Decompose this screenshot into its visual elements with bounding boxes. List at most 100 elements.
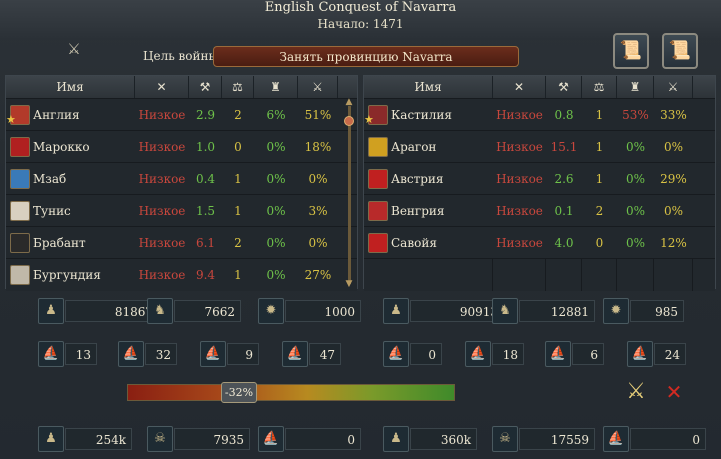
fort-value: 0% (625, 140, 646, 154)
defender-header: Имя ✕ ⚒ ⚖ ♜ ⚔ (364, 76, 715, 98)
battles-value: 4.0 (554, 236, 574, 250)
balance-value: 2 (595, 204, 604, 218)
header-score-icon[interactable]: ⚔ (298, 76, 338, 98)
battles-value: 1.5 (195, 204, 216, 218)
war-leader-star-icon: ★ (6, 113, 16, 126)
peace-offer-scroll-button[interactable]: 📜 (613, 33, 649, 69)
battles-value: 0.4 (195, 172, 216, 186)
header-battles-icon[interactable]: ⚒ (546, 76, 582, 98)
balance-value: 0 (234, 140, 242, 154)
score-value: 51% (304, 108, 332, 122)
battles-value: 9.4 (195, 268, 216, 282)
country-flag-icon[interactable] (10, 137, 30, 157)
header-fort-icon[interactable]: ♜ (254, 76, 298, 98)
participant-row[interactable]: Венгрия Низкое 0.1 2 0% 0% (364, 194, 715, 227)
balance-value: 2 (234, 236, 242, 250)
participant-row[interactable]: Тунис Низкое 1.5 1 0% 3% (6, 194, 357, 227)
battles-value: 0.1 (554, 204, 574, 218)
attacker-scrollbar[interactable]: ▲ ▼ (343, 98, 355, 289)
participant-row[interactable]: Бургундия Низкое 9.4 1 0% 27% (6, 258, 357, 291)
participation-level: Низкое (138, 204, 186, 218)
participant-row[interactable]: Мзаб Низкое 0.4 1 0% 0% (6, 162, 357, 195)
score-value: 18% (304, 140, 332, 154)
balance-value: 2 (234, 108, 242, 122)
battles-value: 0.8 (554, 108, 574, 122)
scroll-icon: 📜 (619, 40, 643, 61)
war-leader-star-icon: ★ (364, 113, 374, 126)
participation-level: Низкое (138, 236, 186, 250)
header-fort-icon[interactable]: ♜ (617, 76, 654, 98)
participant-row[interactable]: Австрия Низкое 2.6 1 0% 29% (364, 162, 715, 195)
country-flag-icon[interactable] (368, 169, 388, 189)
light-ship-icon: ⛵ (118, 341, 144, 367)
scroll-track[interactable] (348, 106, 351, 284)
defender-panel: Имя ✕ ⚒ ⚖ ♜ ⚔ Кастилия Низкое 0.8 1 53% 33% ★ А… (363, 75, 716, 291)
participation-level: Низкое (496, 108, 543, 122)
light-ship-icon: ⛵ (465, 341, 491, 367)
score-value: 0% (663, 204, 684, 218)
header-score-icon[interactable]: ⚔ (654, 76, 693, 98)
country-flag-icon[interactable] (10, 201, 30, 221)
header-participation-icon[interactable]: ✕ (135, 76, 189, 98)
header-name[interactable]: Имя (6, 76, 135, 98)
score-value: 3% (308, 204, 328, 218)
attacker-header: Имя ✕ ⚒ ⚖ ♜ ⚔ (6, 76, 357, 98)
fort-value: 0% (625, 204, 646, 218)
artillery-icon: ✹ (603, 298, 629, 324)
skull-icon: ☠ (147, 426, 173, 452)
warscore-value: -32% (221, 382, 257, 403)
galley-icon: ⛵ (545, 341, 571, 367)
country-flag-icon[interactable] (368, 201, 388, 221)
close-icon[interactable]: ✕ (662, 380, 686, 404)
battles-value: 6.1 (195, 236, 216, 250)
participation-level: Низкое (138, 108, 186, 122)
country-flag-icon[interactable] (10, 169, 30, 189)
score-value: 27% (304, 268, 332, 282)
country-flag-icon[interactable] (368, 233, 388, 253)
participant-row[interactable]: Англия Низкое 2.9 2 6% 51% ★ (6, 98, 357, 131)
country-flag-icon[interactable] (10, 233, 30, 253)
scroll-branch-icon: 📜 (668, 40, 692, 61)
battles-value: 15.1 (550, 140, 578, 154)
participant-row[interactable]: Кастилия Низкое 0.8 1 53% 33% ★ (364, 98, 715, 131)
scroll-down-arrow-icon[interactable]: ▼ (344, 280, 354, 289)
participant-row[interactable]: Брабант Низкое 6.1 2 0% 0% (6, 226, 357, 259)
war-window: English Conquest of Navarra Начало: 1471… (0, 0, 721, 459)
header-name[interactable]: Имя (364, 76, 493, 98)
scroll-up-arrow-icon[interactable]: ▲ (344, 98, 354, 107)
header-balance-icon[interactable]: ⚖ (222, 76, 254, 98)
war-goal-label: Цель войны (143, 49, 219, 63)
balance-value: 1 (595, 140, 604, 154)
balance-value: 1 (595, 172, 604, 186)
warscore-bar (127, 384, 455, 401)
infantry-icon: ♟ (38, 426, 64, 452)
header-participation-icon[interactable]: ✕ (493, 76, 546, 98)
sue-for-peace-icon[interactable]: ⚔ (622, 380, 650, 404)
transport-icon: ⛵ (627, 341, 653, 367)
balance-value: 0 (595, 236, 604, 250)
score-value: 12% (660, 236, 687, 250)
participation-level: Низкое (496, 236, 543, 250)
country-flag-icon[interactable] (368, 137, 388, 157)
participant-row[interactable]: Марокко Низкое 1.0 0 0% 18% (6, 130, 357, 163)
demand-peace-scroll-button[interactable]: 📜 (662, 33, 698, 69)
attacker-panel: Имя ✕ ⚒ ⚖ ♜ ⚔ Англия Низкое 2.9 2 6% 51% ★ Маро… (5, 75, 358, 291)
transport-icon: ⛵ (282, 341, 308, 367)
participation-level: Низкое (496, 172, 543, 186)
participant-row[interactable]: Арагон Низкое 15.1 1 0% 0% (364, 130, 715, 163)
crossed-swords-icon: ⚔ (67, 40, 81, 58)
participation-level: Низкое (138, 172, 186, 186)
country-flag-icon[interactable] (10, 265, 30, 285)
scroll-thumb[interactable] (344, 116, 354, 126)
participation-level: Низкое (138, 268, 186, 282)
participant-row[interactable]: Савойя Низкое 4.0 0 0% 12% (364, 226, 715, 259)
infantry-icon: ♟ (383, 298, 409, 324)
fort-value: 0% (266, 172, 286, 186)
header-balance-icon[interactable]: ⚖ (582, 76, 617, 98)
header-battles-icon[interactable]: ⚒ (189, 76, 222, 98)
battles-value: 2.6 (554, 172, 574, 186)
score-value: 0% (663, 140, 684, 154)
fort-value: 53% (622, 108, 649, 122)
war-title: English Conquest of Navarra (264, 0, 457, 15)
war-goal-box[interactable]: Занять провинцию Navarra (213, 46, 519, 67)
